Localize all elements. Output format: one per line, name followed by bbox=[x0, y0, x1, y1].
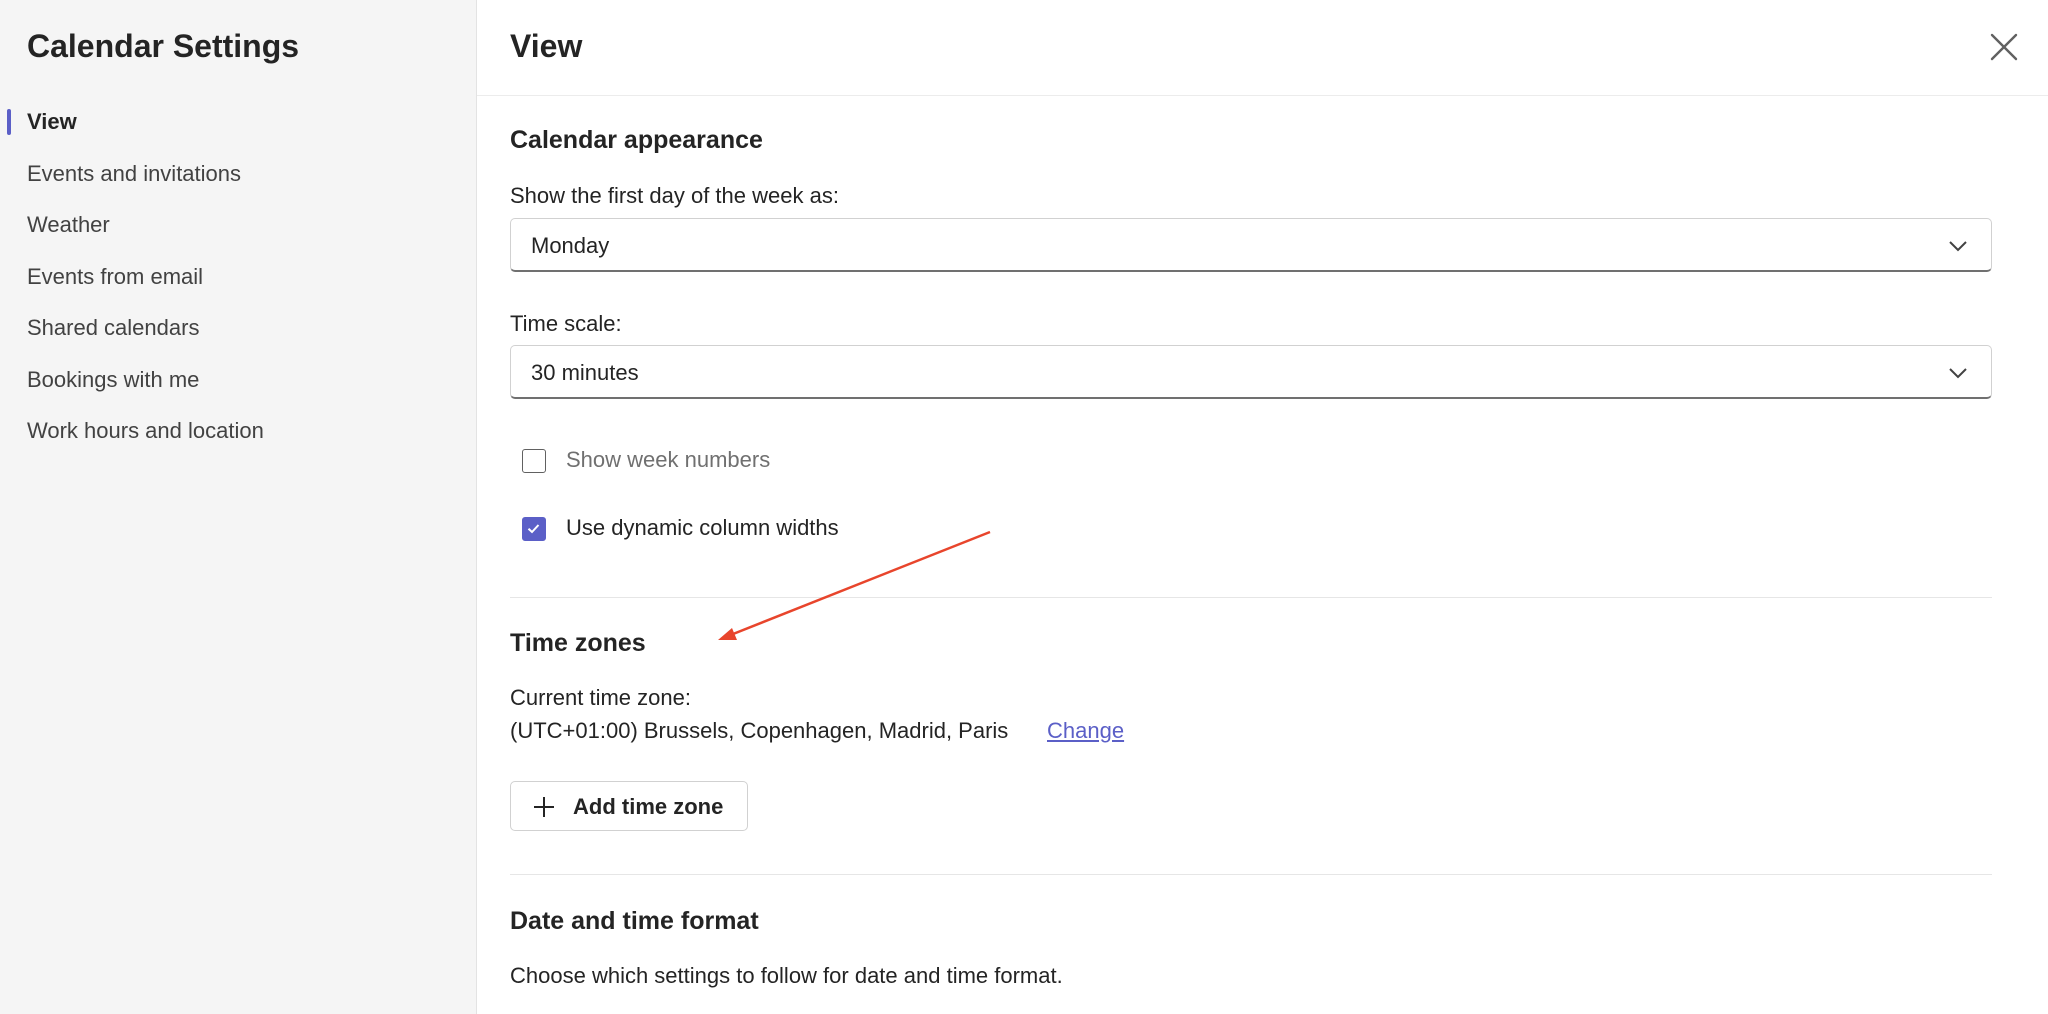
sidebar-item-weather[interactable]: Weather bbox=[0, 199, 477, 251]
current-time-zone-label: Current time zone: bbox=[510, 685, 691, 710]
section-title-calendar-appearance: Calendar appearance bbox=[510, 126, 763, 154]
close-icon bbox=[1990, 33, 2018, 61]
section-title-time-zones: Time zones bbox=[510, 629, 646, 657]
panel-header: View bbox=[477, 0, 2048, 96]
sidebar-title: Calendar Settings bbox=[27, 28, 300, 64]
current-time-zone-value: (UTC+01:00) Brussels, Copenhagen, Madrid… bbox=[510, 718, 1009, 743]
show-week-numbers-checkbox[interactable] bbox=[522, 449, 546, 473]
settings-nav: View Events and invitations Weather Even… bbox=[0, 96, 477, 457]
section-divider bbox=[510, 597, 1992, 598]
first-day-value: Monday bbox=[531, 233, 610, 258]
settings-sidebar: Calendar Settings View Events and invita… bbox=[0, 0, 477, 1014]
first-day-dropdown[interactable]: Monday bbox=[510, 218, 1992, 272]
sidebar-item-events-and-invitations[interactable]: Events and invitations bbox=[0, 148, 477, 200]
add-time-zone-label: Add time zone bbox=[573, 794, 724, 819]
settings-main-panel: View Calendar appearance Show the first … bbox=[477, 0, 2048, 1014]
close-button[interactable] bbox=[1985, 28, 2023, 66]
change-time-zone-link[interactable]: Change bbox=[1047, 718, 1124, 744]
plus-icon bbox=[534, 797, 554, 817]
sidebar-item-events-from-email[interactable]: Events from email bbox=[0, 251, 477, 303]
sidebar-item-view[interactable]: View bbox=[0, 96, 477, 148]
add-time-zone-button[interactable]: Add time zone bbox=[510, 781, 748, 831]
dynamic-column-widths-checkbox[interactable] bbox=[522, 517, 546, 541]
sidebar-item-bookings-with-me[interactable]: Bookings with me bbox=[0, 354, 477, 406]
page-title: View bbox=[510, 28, 583, 64]
checkmark-icon bbox=[527, 524, 540, 534]
time-scale-label: Time scale: bbox=[510, 311, 622, 336]
first-day-label: Show the first day of the week as: bbox=[510, 183, 839, 208]
chevron-down-icon bbox=[1949, 368, 1967, 379]
section-divider bbox=[510, 874, 1992, 875]
section-title-date-time-format: Date and time format bbox=[510, 907, 759, 935]
sidebar-item-shared-calendars[interactable]: Shared calendars bbox=[0, 302, 477, 354]
show-week-numbers-label: Show week numbers bbox=[566, 447, 771, 472]
date-time-format-description: Choose which settings to follow for date… bbox=[510, 963, 1063, 988]
chevron-down-icon bbox=[1949, 241, 1967, 252]
time-scale-value: 30 minutes bbox=[531, 360, 639, 385]
sidebar-item-work-hours-and-location[interactable]: Work hours and location bbox=[0, 405, 477, 457]
time-scale-dropdown[interactable]: 30 minutes bbox=[510, 345, 1992, 399]
dynamic-column-widths-label: Use dynamic column widths bbox=[566, 515, 839, 540]
